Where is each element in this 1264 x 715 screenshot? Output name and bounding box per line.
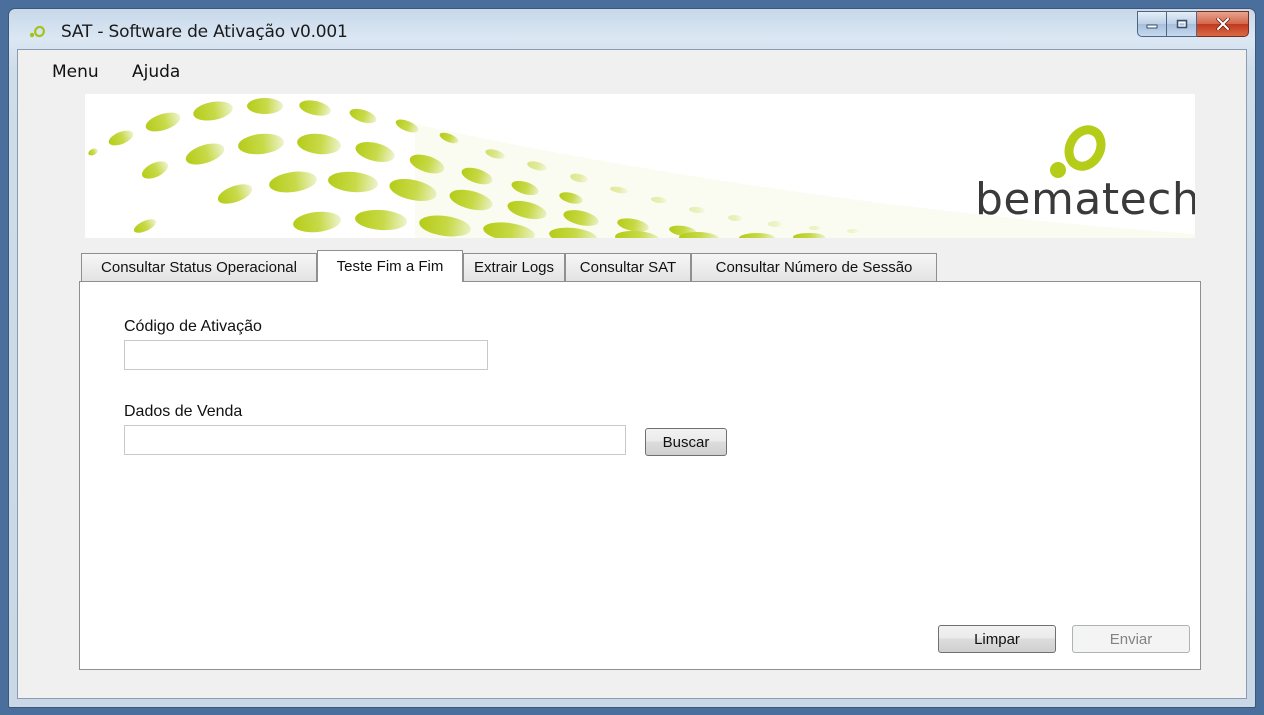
codigo-ativacao-label: Código de Ativação	[124, 318, 262, 335]
menu-item-ajuda[interactable]: Ajuda	[132, 62, 180, 82]
close-button[interactable]	[1197, 11, 1249, 37]
maximize-icon	[1176, 19, 1187, 29]
brand-banner: bematech	[85, 94, 1195, 238]
caption-buttons	[1137, 11, 1249, 37]
menu-item-menu[interactable]: Menu	[52, 62, 99, 82]
buscar-button[interactable]: Buscar	[645, 428, 727, 456]
app-logo-icon	[29, 26, 45, 38]
dados-venda-input[interactable]	[124, 425, 626, 455]
window-title: SAT - Software de Ativação v0.001	[61, 22, 348, 42]
enviar-button[interactable]: Enviar	[1072, 625, 1190, 653]
tab-teste-fim-a-fim[interactable]: Teste Fim a Fim	[317, 250, 463, 282]
tab-consultar-status[interactable]: Consultar Status Operacional	[81, 253, 317, 281]
dados-venda-label: Dados de Venda	[124, 403, 243, 420]
close-icon	[1215, 18, 1230, 30]
tab-consultar-sat[interactable]: Consultar SAT	[565, 253, 691, 281]
menu-bar: Menu Ajuda	[18, 50, 1246, 92]
client-area: Menu Ajuda bematech Consultar Status Ope…	[17, 49, 1247, 699]
minimize-button[interactable]	[1137, 11, 1167, 37]
limpar-button[interactable]: Limpar	[938, 625, 1056, 653]
tab-panel-teste-fim-a-fim: Código de Ativação Dados de Venda Buscar…	[79, 281, 1201, 670]
tab-consultar-numero-sessao[interactable]: Consultar Número de Sessão	[691, 253, 937, 281]
bematech-logo-mark	[1050, 125, 1106, 178]
title-bar[interactable]: SAT - Software de Ativação v0.001	[9, 9, 1255, 49]
codigo-ativacao-input[interactable]	[124, 340, 488, 370]
brand-name: bematech	[975, 174, 1195, 225]
tab-extrair-logs[interactable]: Extrair Logs	[463, 253, 565, 281]
maximize-button[interactable]	[1167, 11, 1197, 37]
minimize-icon	[1146, 24, 1158, 29]
app-window: SAT - Software de Ativação v0.001 Menu A…	[8, 8, 1256, 708]
